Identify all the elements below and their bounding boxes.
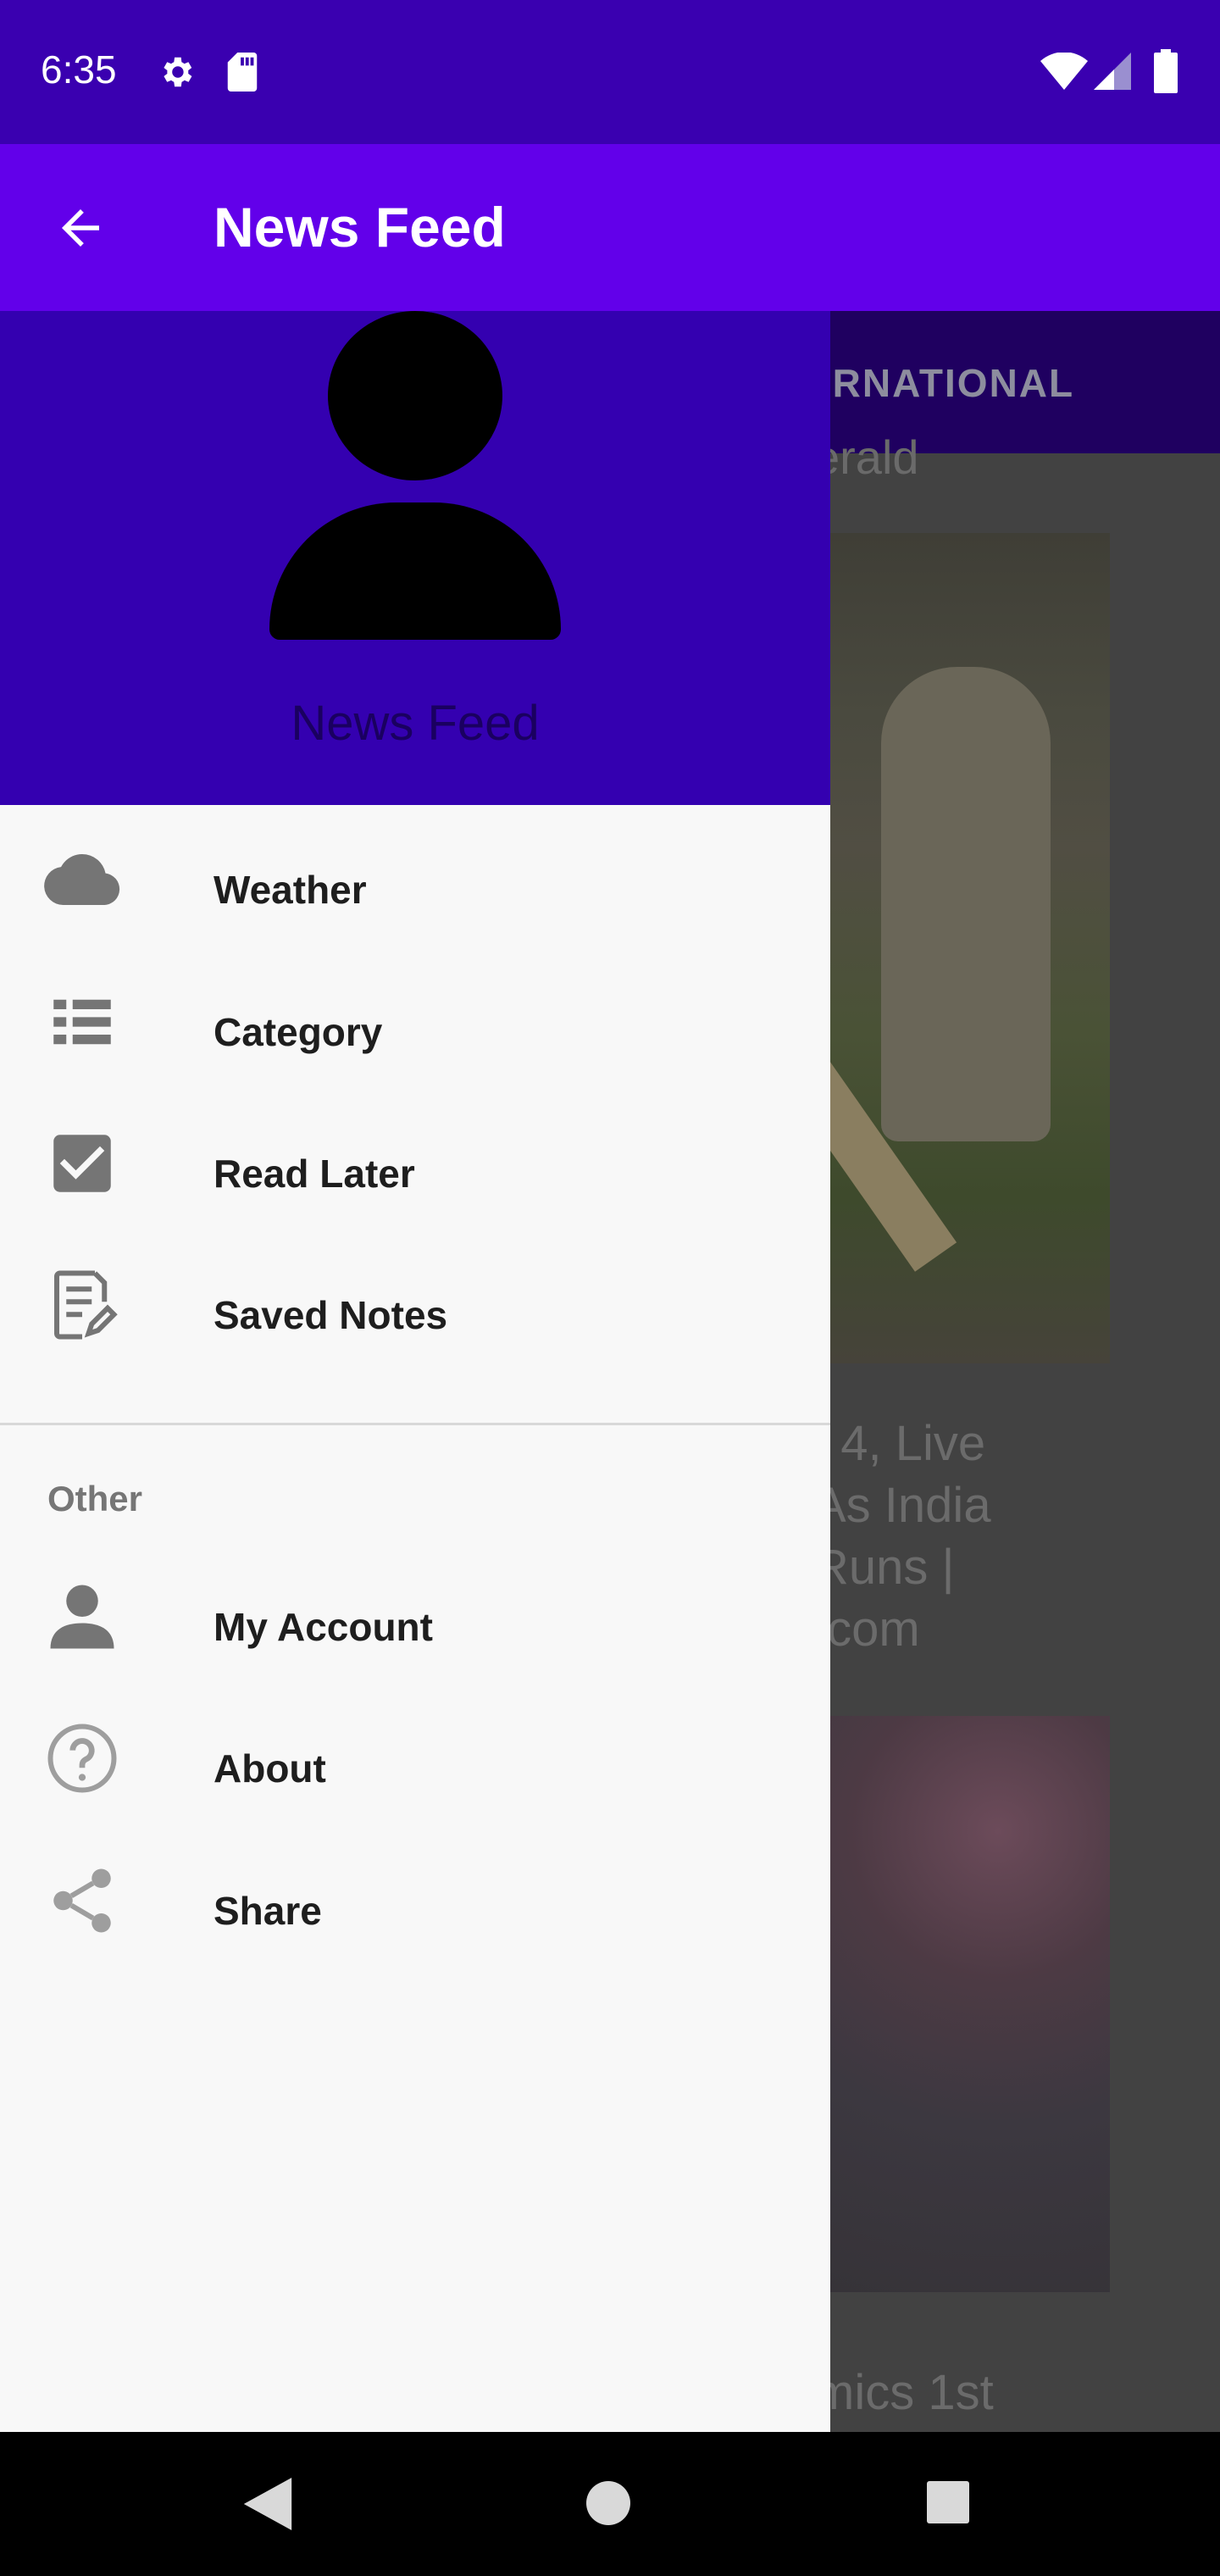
drawer-divider — [0, 1423, 830, 1425]
signal-icon — [1094, 53, 1131, 90]
drawer-item-label: Saved Notes — [214, 1293, 448, 1337]
person-icon — [50, 1585, 114, 1649]
sd-card-icon — [227, 53, 258, 92]
drawer-header-name: News Feed — [291, 696, 540, 751]
drawer-item-read-later[interactable]: Read Later — [0, 1103, 830, 1246]
drawer-item-label: Read Later — [214, 1152, 415, 1196]
cricket-player-shape — [881, 667, 1051, 1141]
article-title-line: As India — [813, 1478, 991, 1533]
nav-home-icon[interactable] — [586, 2481, 630, 2525]
cloud-icon — [44, 854, 120, 905]
section-label-other: Other — [47, 1479, 143, 1518]
app-bar: News Feed — [0, 144, 1220, 311]
checkbox-icon — [53, 1135, 111, 1192]
share-icon — [53, 1868, 111, 1933]
status-bar: 6:35 — [0, 0, 1220, 144]
article-title: / 4, Live As India Runs | .com — [813, 1413, 991, 1660]
article-title-line: Runs | — [813, 1540, 955, 1595]
article-title: mics 1st ld Health — [813, 2362, 1007, 2432]
drawer-header: News Feed — [0, 311, 830, 805]
nav-recents-icon[interactable] — [927, 2481, 969, 2523]
help-icon — [47, 1724, 117, 1793]
drawer-item-weather[interactable]: Weather — [0, 819, 830, 962]
list-icon — [53, 999, 111, 1045]
wifi-icon — [1040, 53, 1088, 90]
back-arrow-icon[interactable] — [51, 200, 110, 256]
settings-icon — [164, 57, 192, 87]
avatar-body — [269, 502, 561, 640]
drawer-item-label: My Account — [214, 1605, 433, 1649]
drawer-item-my-account[interactable]: My Account — [0, 1557, 830, 1699]
drawer-item-about[interactable]: About — [0, 1698, 830, 1840]
navigation-drawer: News Feed Weather Category Read Later Sa… — [0, 311, 830, 2432]
drawer-item-label: Weather — [214, 868, 367, 912]
note-edit-icon — [54, 1270, 118, 1340]
article-title-line: mics 1st — [813, 2365, 994, 2420]
drawer-item-share[interactable]: Share — [0, 1840, 830, 1983]
drawer-item-label: Category — [214, 1010, 383, 1054]
avatar — [328, 311, 502, 480]
article-image-virus — [830, 1716, 1110, 2292]
page-title: News Feed — [214, 196, 506, 258]
drawer-item-category[interactable]: Category — [0, 962, 830, 1104]
article-title-line: .com — [813, 1602, 920, 1657]
drawer-item-label: About — [214, 1746, 326, 1790]
battery-icon — [1154, 49, 1178, 93]
drawer-item-label: Share — [214, 1889, 322, 1933]
nav-back-icon[interactable] — [242, 2478, 293, 2530]
article-title-line: ld Health — [813, 2423, 1007, 2432]
tab-international: ERNATIONAL — [805, 361, 1075, 405]
status-time: 6:35 — [41, 47, 117, 92]
drawer-item-saved-notes[interactable]: Saved Notes — [0, 1245, 830, 1387]
article-title-line: / 4, Live — [813, 1416, 986, 1471]
